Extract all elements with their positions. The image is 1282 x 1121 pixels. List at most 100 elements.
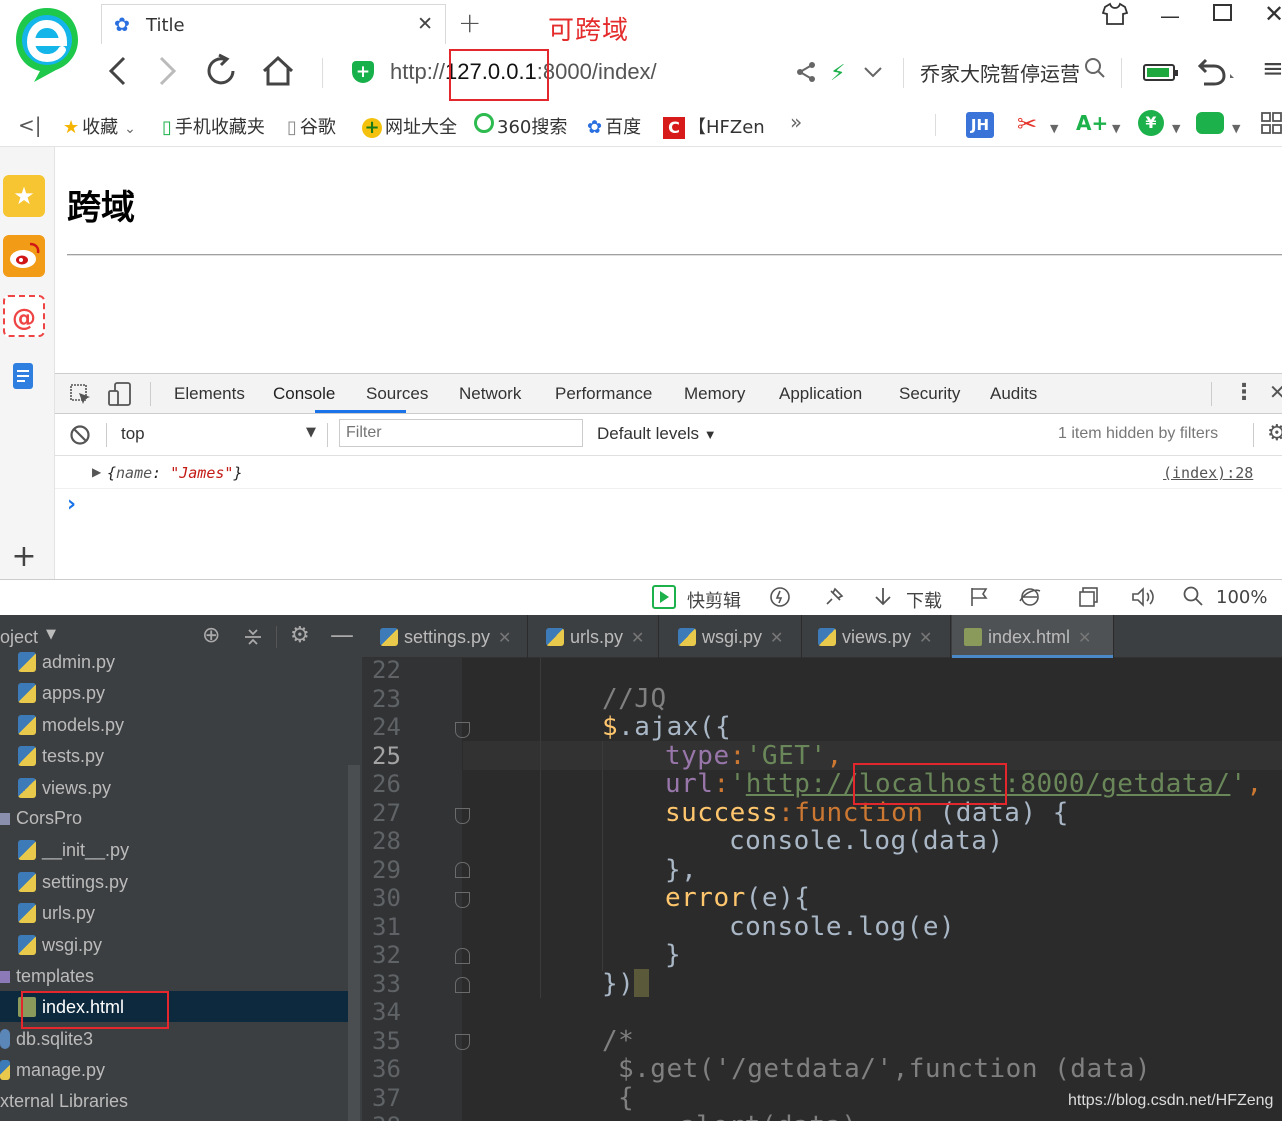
ie-icon[interactable] <box>1018 585 1042 614</box>
notes-icon[interactable] <box>3 355 45 397</box>
download-label[interactable]: 下载 <box>906 587 942 613</box>
bookmark-item[interactable]: ▯ 谷歌 <box>287 113 336 139</box>
lightning-icon[interactable]: ⚡ <box>830 61 845 86</box>
close-tab-icon[interactable]: ✕ <box>1078 630 1091 647</box>
console-settings-gear-icon[interactable]: ⚙ <box>1267 421 1282 446</box>
tree-item-tests[interactable]: tests.py <box>18 741 104 772</box>
battery-icon[interactable] <box>1143 64 1178 81</box>
close-tab-icon[interactable]: ✕ <box>417 13 433 35</box>
undo-icon[interactable] <box>1196 54 1236 97</box>
forward-button[interactable] <box>155 53 181 100</box>
browser-tab[interactable]: ✿ Title ✕ <box>101 4 446 44</box>
share-icon[interactable] <box>795 61 817 88</box>
fold-marker-icon[interactable] <box>455 862 470 878</box>
close-tab-icon[interactable]: ✕ <box>770 630 783 647</box>
menu-icon[interactable]: ≡ <box>1262 54 1282 84</box>
tree-item-views[interactable]: views.py <box>18 773 111 804</box>
project-label[interactable]: oject <box>0 627 38 648</box>
tab-console[interactable]: Console <box>273 384 335 404</box>
bookmark-item[interactable]: 360搜索 <box>474 113 567 139</box>
filter-input[interactable] <box>339 419 583 447</box>
fold-marker-icon[interactable] <box>455 948 470 964</box>
fold-marker-icon[interactable] <box>455 977 470 993</box>
editor-tab-settings[interactable]: settings.py ✕ <box>368 615 528 658</box>
log-levels-select[interactable]: Default levels ▼ <box>597 424 717 444</box>
close-tab-icon[interactable]: ✕ <box>498 630 511 647</box>
project-scrollbar[interactable] <box>348 765 360 1121</box>
add-sidebar-item-icon[interactable]: + <box>3 537 45 579</box>
tree-item-admin[interactable]: admin.py <box>18 647 115 678</box>
close-devtools-icon[interactable]: ✕ <box>1269 380 1282 404</box>
fold-marker-icon[interactable] <box>455 808 470 824</box>
tree-item-manage[interactable]: manage.py <box>0 1055 105 1086</box>
chevron-down-icon[interactable]: ▼ <box>1172 122 1180 135</box>
secure-shield-icon[interactable]: + <box>352 61 374 83</box>
new-tab-button[interactable]: + <box>458 6 481 40</box>
translate-icon[interactable]: A+ <box>1076 111 1108 135</box>
tab-application[interactable]: Application <box>779 384 862 404</box>
locate-file-icon[interactable]: ⊕ <box>202 623 220 648</box>
search-icon[interactable] <box>1084 57 1106 85</box>
device-toolbar-icon[interactable] <box>107 381 133 411</box>
chevron-down-icon[interactable]: ▼ <box>1232 122 1240 135</box>
speedup-icon[interactable] <box>768 585 792 614</box>
apps-grid-icon[interactable] <box>1261 112 1282 140</box>
logged-object[interactable]: {name: "James"} <box>107 464 242 482</box>
clear-console-icon[interactable] <box>69 424 91 450</box>
context-select[interactable]: top ▼ <box>121 424 316 448</box>
jh-extension-icon[interactable]: JH <box>966 112 994 138</box>
bookmark-item[interactable]: ✿ 百度 <box>587 113 641 139</box>
tree-folder-corspro[interactable]: CorsPro <box>0 803 82 834</box>
favorites-star-icon[interactable]: ★ <box>3 175 45 217</box>
tab-performance[interactable]: Performance <box>555 384 652 404</box>
tab-network[interactable]: Network <box>459 384 521 404</box>
expand-triangle-icon[interactable]: ▶ <box>92 465 101 479</box>
quick-edit-label[interactable]: 快剪辑 <box>687 587 741 613</box>
editor-tab-wsgi[interactable]: wsgi.py ✕ <box>666 615 802 658</box>
tab-elements[interactable]: Elements <box>174 384 245 404</box>
log-source-link[interactable]: (index):28 <box>1163 464 1253 482</box>
tab-security[interactable]: Security <box>899 384 960 404</box>
back-button[interactable] <box>104 53 130 100</box>
close-tab-icon[interactable]: ✕ <box>631 630 644 647</box>
tab-sources[interactable]: Sources <box>366 384 428 404</box>
yen-icon[interactable]: ¥ <box>1138 110 1164 136</box>
fold-marker-icon[interactable] <box>455 1034 470 1050</box>
editor-tab-index-html[interactable]: index.html ✕ <box>952 615 1114 658</box>
editor-tab-urls[interactable]: urls.py ✕ <box>534 615 659 658</box>
mail-icon[interactable]: @ <box>3 295 45 337</box>
zoom-icon[interactable] <box>1182 585 1204 612</box>
chevron-down-icon[interactable]: ▼ <box>1050 122 1058 135</box>
caret-down-icon[interactable]: ▼ <box>46 627 56 642</box>
tree-item-apps[interactable]: apps.py <box>18 678 105 709</box>
window-icon[interactable] <box>1077 585 1101 614</box>
chevron-down-icon[interactable]: ▼ <box>1112 122 1120 135</box>
chevron-down-icon[interactable] <box>862 61 884 88</box>
bookmark-item[interactable]: + 网址大全 <box>362 113 457 139</box>
close-tab-icon[interactable]: ✕ <box>919 630 932 647</box>
fold-marker-icon[interactable] <box>455 722 470 738</box>
bookmark-item[interactable]: C 【HFZen <box>663 113 765 139</box>
weibo-icon[interactable] <box>3 235 45 277</box>
minimize-button[interactable]: — <box>1160 4 1180 28</box>
tab-memory[interactable]: Memory <box>684 384 745 404</box>
maximize-button[interactable] <box>1212 2 1234 29</box>
bookmark-item[interactable]: ▯ 手机收藏夹 <box>162 113 265 139</box>
bookmark-item[interactable]: ★ 收藏 ⌄ <box>63 113 136 139</box>
console-log-row[interactable]: ▶ {name: "James"} (index):28 <box>55 456 1282 489</box>
collapse-sidebar-icon[interactable]: <| <box>18 113 42 137</box>
download-icon[interactable] <box>872 585 894 614</box>
collapse-all-icon[interactable] <box>243 625 263 653</box>
editor-tab-views[interactable]: views.py ✕ <box>806 615 951 658</box>
tab-audits[interactable]: Audits <box>990 384 1037 404</box>
tree-item-wsgi[interactable]: wsgi.py <box>18 930 102 961</box>
tree-item-init[interactable]: __init__.py <box>18 835 129 866</box>
close-window-button[interactable]: ✕ <box>1264 0 1282 28</box>
search-input[interactable]: 乔家大院暂停运营 <box>920 58 1080 87</box>
code-editor[interactable] <box>463 658 1282 1121</box>
skin-icon[interactable] <box>1101 2 1129 31</box>
tree-item-models[interactable]: models.py <box>18 710 124 741</box>
volume-icon[interactable] <box>1130 585 1156 614</box>
scissors-icon[interactable]: ✂ <box>1017 110 1037 138</box>
settings-gear-icon[interactable]: ⚙ <box>290 623 310 648</box>
